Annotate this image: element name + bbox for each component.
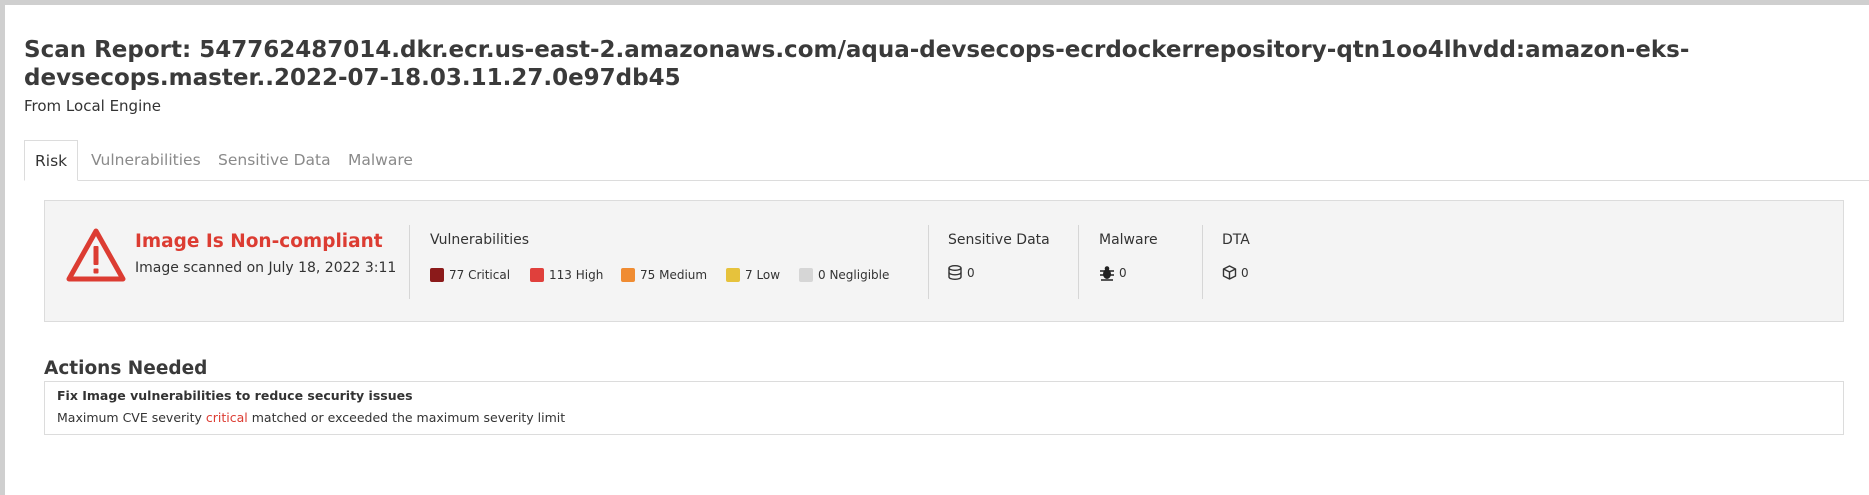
low-swatch [726,268,740,282]
high-swatch [530,268,544,282]
compliance-status: Image Is Non-compliant [135,231,383,252]
window-frame-top [0,0,1869,5]
risk-summary-panel: Image Is Non-compliant Image scanned on … [44,200,1844,322]
page-title: Scan Report: 547762487014.dkr.ecr.us-eas… [24,37,1690,91]
medium-swatch [621,268,635,282]
severity-medium[interactable]: 75 Medium [621,267,707,283]
divider [1078,225,1079,299]
critical-swatch [430,268,444,282]
divider [1202,225,1203,299]
malware-count[interactable]: 0 [1099,265,1127,281]
database-icon [948,265,962,281]
low-count: 7 Low [745,268,781,282]
sensitive-data-value: 0 [967,266,975,280]
dta-value: 0 [1241,265,1249,280]
tab-malware[interactable]: Malware [348,140,413,180]
severity-negligible[interactable]: 0 Negligible [799,267,889,283]
malware-heading: Malware [1099,232,1158,248]
action-item-title: Fix Image vulnerabilities to reduce secu… [57,388,413,403]
critical-count: 77 Critical [449,268,511,282]
tab-sensitive-data[interactable]: Sensitive Data [218,140,331,180]
dta-count[interactable]: 0 [1222,265,1249,280]
divider [409,225,410,299]
vulnerabilities-heading: Vulnerabilities [430,232,530,248]
tab-vulnerabilities[interactable]: Vulnerabilities [91,140,201,180]
malware-value: 0 [1119,266,1127,280]
severity-low[interactable]: 7 Low [726,267,780,283]
high-count: 113 High [549,268,604,282]
negligible-swatch [799,268,813,282]
cube-icon [1222,265,1237,280]
action-text-suffix: matched or exceeded the maximum severity… [247,410,566,425]
sensitive-data-heading: Sensitive Data [948,232,1050,248]
page-subtitle: From Local Engine [24,97,161,115]
tab-bar: Risk Vulnerabilities Sensitive Data Malw… [24,140,1869,181]
warning-icon [66,228,126,282]
divider [928,225,929,299]
dta-heading: DTA [1222,232,1250,248]
action-item-description: Maximum CVE severity critical matched or… [57,410,565,425]
severity-critical[interactable]: 77 Critical [430,267,510,283]
bug-icon [1100,266,1114,281]
actions-needed-heading: Actions Needed [44,358,208,379]
actions-needed-panel: Fix Image vulnerabilities to reduce secu… [44,381,1844,435]
negligible-count: 0 Negligible [818,268,890,282]
action-text-prefix: Maximum CVE severity [57,410,206,425]
medium-count: 75 Medium [640,268,708,282]
severity-highlight: critical [205,410,248,425]
tab-risk[interactable]: Risk [24,140,79,181]
sensitive-data-count[interactable]: 0 [948,265,975,281]
severity-high[interactable]: 113 High [530,267,603,283]
window-frame-left [0,0,5,495]
scan-timestamp: Image scanned on July 18, 2022 3:11 [135,260,397,276]
